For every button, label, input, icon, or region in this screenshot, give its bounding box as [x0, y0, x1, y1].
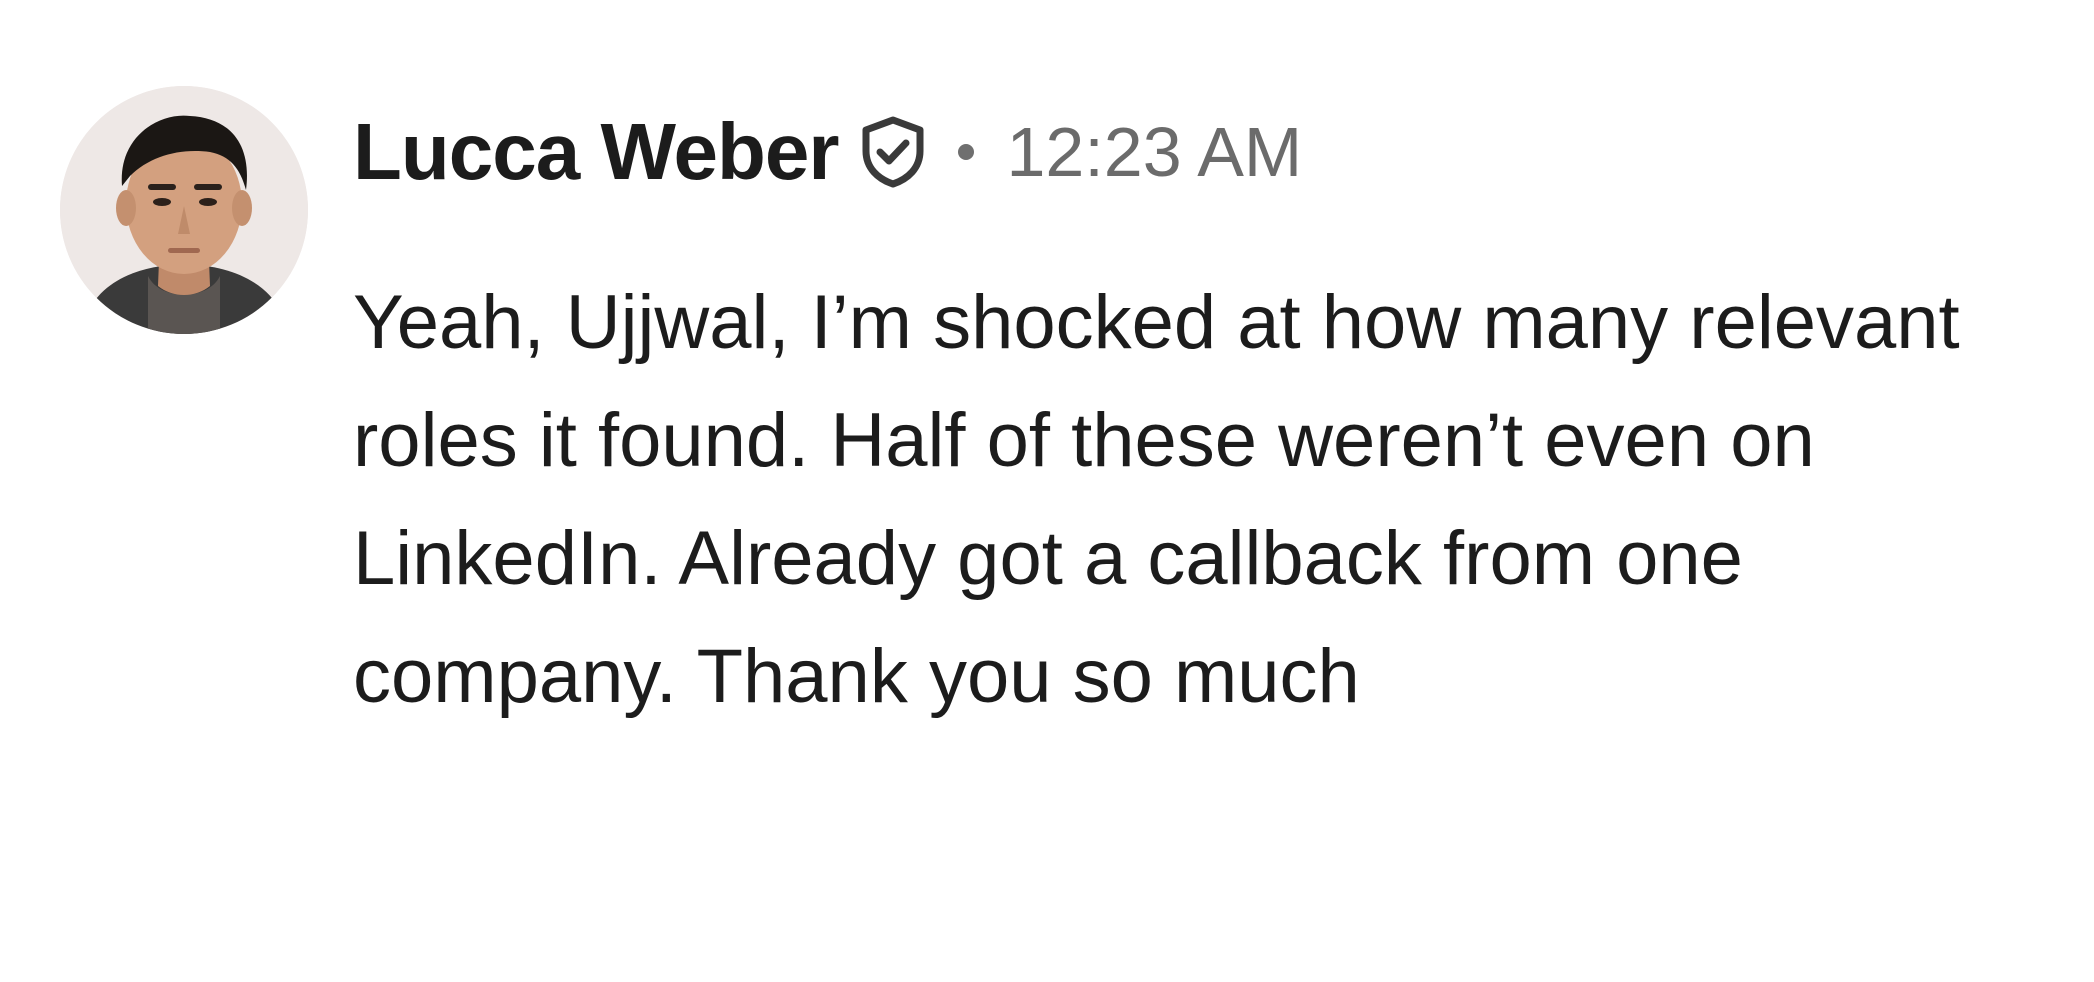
message-body: Yeah, Ujjwal, I’m shocked at how many re…	[353, 280, 1960, 719]
verified-shield-check-icon	[858, 115, 928, 189]
timestamp: 12:23 AM	[1006, 113, 1303, 191]
avatar[interactable]	[60, 86, 308, 334]
separator-dot	[958, 144, 975, 160]
author-name[interactable]: Lucca Weber	[353, 106, 839, 198]
message-header: Lucca Weber 12:23 AM	[353, 104, 1302, 200]
chat-message: Lucca Weber 12:23 AM Yeah, Ujjwal, I’m s…	[0, 0, 2094, 982]
